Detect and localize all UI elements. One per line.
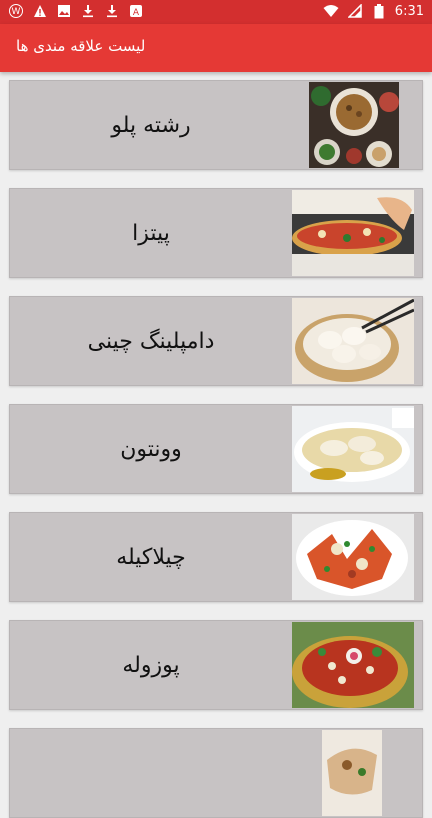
battery-icon xyxy=(371,3,387,19)
list-item[interactable]: چیلاکیله xyxy=(9,512,423,602)
list-item-label: رشته پلو xyxy=(111,112,191,138)
rice-dish-photo xyxy=(309,82,399,168)
image-icon xyxy=(56,3,72,19)
chilaquiles-photo xyxy=(292,514,414,600)
dumplings-photo xyxy=(292,298,414,384)
download-icon xyxy=(104,3,120,19)
list-item[interactable]: وونتون xyxy=(9,404,423,494)
list-item-label: دامپلینگ چینی xyxy=(87,328,215,354)
w-app-icon: W xyxy=(8,3,24,19)
download-icon xyxy=(80,3,96,19)
list-item[interactable]: رشته پلو xyxy=(9,80,423,170)
pizza-photo xyxy=(292,190,414,276)
list-item[interactable]: پیتزا xyxy=(9,188,423,278)
list-item[interactable]: پوزوله xyxy=(9,620,423,710)
wifi-icon xyxy=(323,3,339,19)
list-item-label: وونتون xyxy=(120,436,182,462)
list-item-label xyxy=(10,729,292,817)
list-item-label: پوزوله xyxy=(122,652,180,678)
list-item[interactable] xyxy=(9,728,423,818)
warning-icon xyxy=(32,3,48,19)
notification-icons: W A xyxy=(8,3,144,19)
signal-icon xyxy=(347,3,363,19)
status-bar: W A 6:31 xyxy=(0,0,432,24)
list-item-label: پیتزا xyxy=(132,220,170,246)
list-item[interactable]: دامپلینگ چینی xyxy=(9,296,423,386)
pozole-photo xyxy=(292,622,414,708)
food-photo xyxy=(322,730,382,816)
app-bar: لیست علاقه مندی ها xyxy=(0,24,432,72)
clock: 6:31 xyxy=(394,3,424,19)
page-title: لیست علاقه مندی ها xyxy=(16,37,146,55)
wonton-photo xyxy=(292,406,414,492)
list-item-label: چیلاکیله xyxy=(116,544,186,570)
system-icons: 6:31 xyxy=(323,3,424,19)
svg-text:A: A xyxy=(133,8,140,18)
a-app-icon: A xyxy=(128,3,144,19)
